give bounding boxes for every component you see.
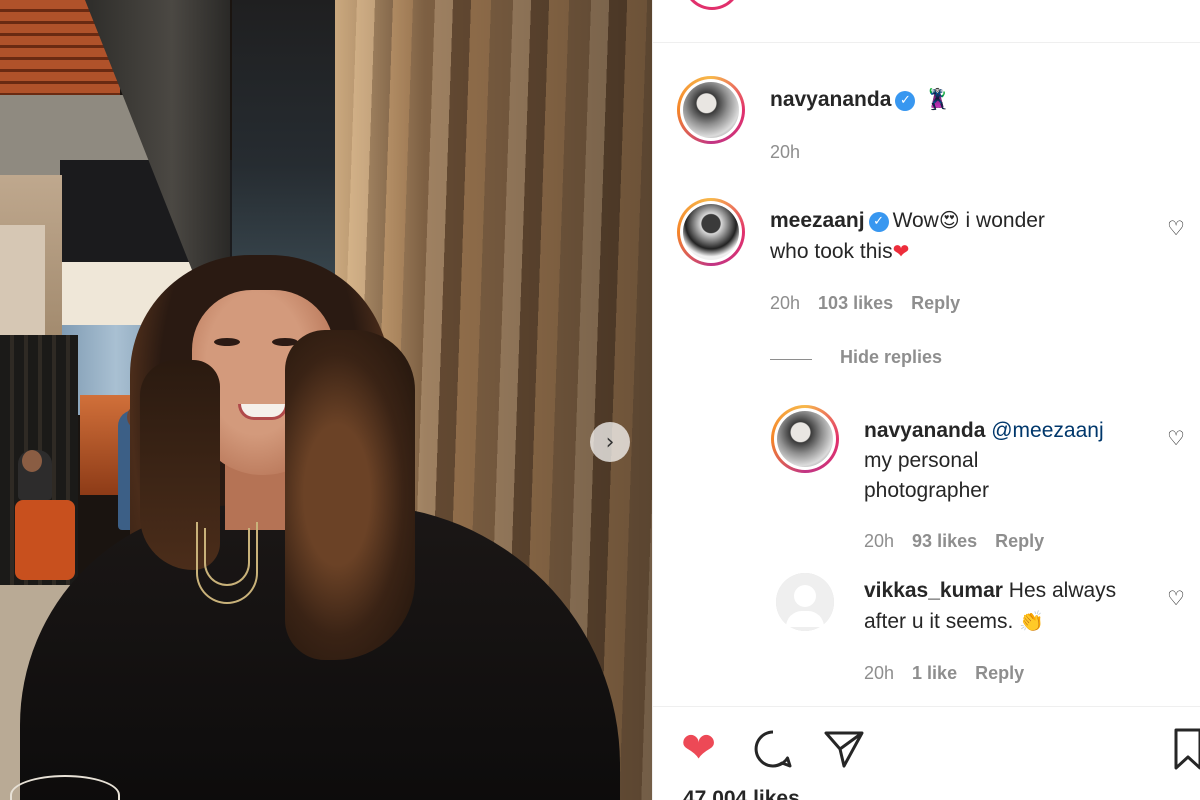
- bookmark-icon[interactable]: [1173, 727, 1200, 771]
- photo-subject-necklace: [204, 528, 250, 586]
- reply-like-heart-icon[interactable]: ♡: [1167, 586, 1185, 610]
- post-photo[interactable]: ›: [0, 0, 652, 800]
- reply-likes[interactable]: 93 likes: [912, 531, 977, 551]
- comment-meta: 20h 103 likes Reply: [770, 291, 978, 315]
- photo-subject-hair: [285, 330, 415, 660]
- header-avatar[interactable]: [683, 0, 741, 10]
- comment-text-part: Wow: [892, 209, 939, 232]
- reply-text-part: Hes always: [1008, 579, 1117, 602]
- like-heart-icon[interactable]: ❤: [681, 725, 716, 771]
- comment-time: 20h: [770, 293, 801, 313]
- reply-text: vikkas_kumar Hes always after u it seems…: [864, 576, 1116, 637]
- caption: navyananda ✓ 🦹: [770, 84, 950, 115]
- reply-username[interactable]: navyananda: [864, 419, 985, 442]
- hide-replies-button[interactable]: Hide replies: [840, 347, 942, 368]
- reply-like-heart-icon[interactable]: ♡: [1167, 426, 1185, 450]
- reply-time: 20h: [864, 531, 895, 551]
- chevron-right-icon: ›: [605, 429, 615, 455]
- clapping-emoji: 👏: [1019, 609, 1045, 633]
- comments-panel: navyananda ✓ 🦹 20h meezaanj ✓ Wow😍 i wonder…: [652, 0, 1200, 800]
- reply-mention[interactable]: @meezaanj: [991, 419, 1103, 442]
- caption-username[interactable]: navyananda: [770, 88, 891, 111]
- reply-time: 20h: [864, 663, 895, 683]
- header-divider: [653, 42, 1200, 43]
- reply-avatar[interactable]: [771, 405, 839, 473]
- likes-count[interactable]: 47,004 likes: [683, 787, 800, 800]
- photo-pillar: [0, 225, 45, 335]
- photo-chair: [15, 500, 75, 580]
- reply-button[interactable]: Reply: [995, 531, 1044, 551]
- reply-text: navyananda @meezaanj my personal photogr…: [864, 416, 1104, 506]
- comment-like-heart-icon[interactable]: ♡: [1167, 216, 1185, 240]
- reply-text-part: photographer: [864, 479, 989, 502]
- caption-meta: 20h: [770, 140, 818, 164]
- commenter-avatar[interactable]: [677, 198, 745, 266]
- post-action-bar: ❤ 47,004 likes: [653, 706, 1200, 800]
- reply-avatar-default[interactable]: [776, 573, 834, 631]
- author-avatar[interactable]: [677, 76, 745, 144]
- comment-text-part: who took this: [770, 240, 893, 263]
- reply-button[interactable]: Reply: [911, 293, 960, 313]
- hide-replies-line: [770, 359, 812, 360]
- comment-icon[interactable]: [753, 729, 793, 769]
- caption-time: 20h: [770, 142, 801, 162]
- photo-subject-eye: [214, 338, 240, 346]
- comment-username[interactable]: meezaanj: [770, 209, 865, 232]
- red-heart-emoji: ❤: [892, 239, 910, 263]
- reply-button[interactable]: Reply: [975, 663, 1024, 683]
- verified-badge-icon: ✓: [895, 91, 916, 111]
- reply-username[interactable]: vikkas_kumar: [864, 579, 1003, 602]
- comment-text-part: i wonder: [959, 209, 1045, 232]
- comment-text: meezaanj ✓ Wow😍 i wonder who took this❤: [770, 205, 1045, 267]
- photo-background-person: [22, 450, 42, 472]
- reply-likes[interactable]: 1 like: [912, 663, 957, 683]
- caption-emoji: 🦹: [925, 87, 951, 111]
- comment-likes[interactable]: 103 likes: [818, 293, 893, 313]
- next-photo-button[interactable]: ›: [590, 422, 630, 462]
- reply-text-part: after u it seems.: [864, 610, 1014, 633]
- heart-eyes-emoji: 😍: [938, 208, 960, 232]
- verified-badge-icon: ✓: [868, 212, 889, 232]
- reply-text-part: my personal: [864, 449, 979, 472]
- reply-meta: 20h 1 like Reply: [864, 661, 1042, 685]
- reply-meta: 20h 93 likes Reply: [864, 529, 1062, 553]
- share-icon[interactable]: [823, 729, 865, 769]
